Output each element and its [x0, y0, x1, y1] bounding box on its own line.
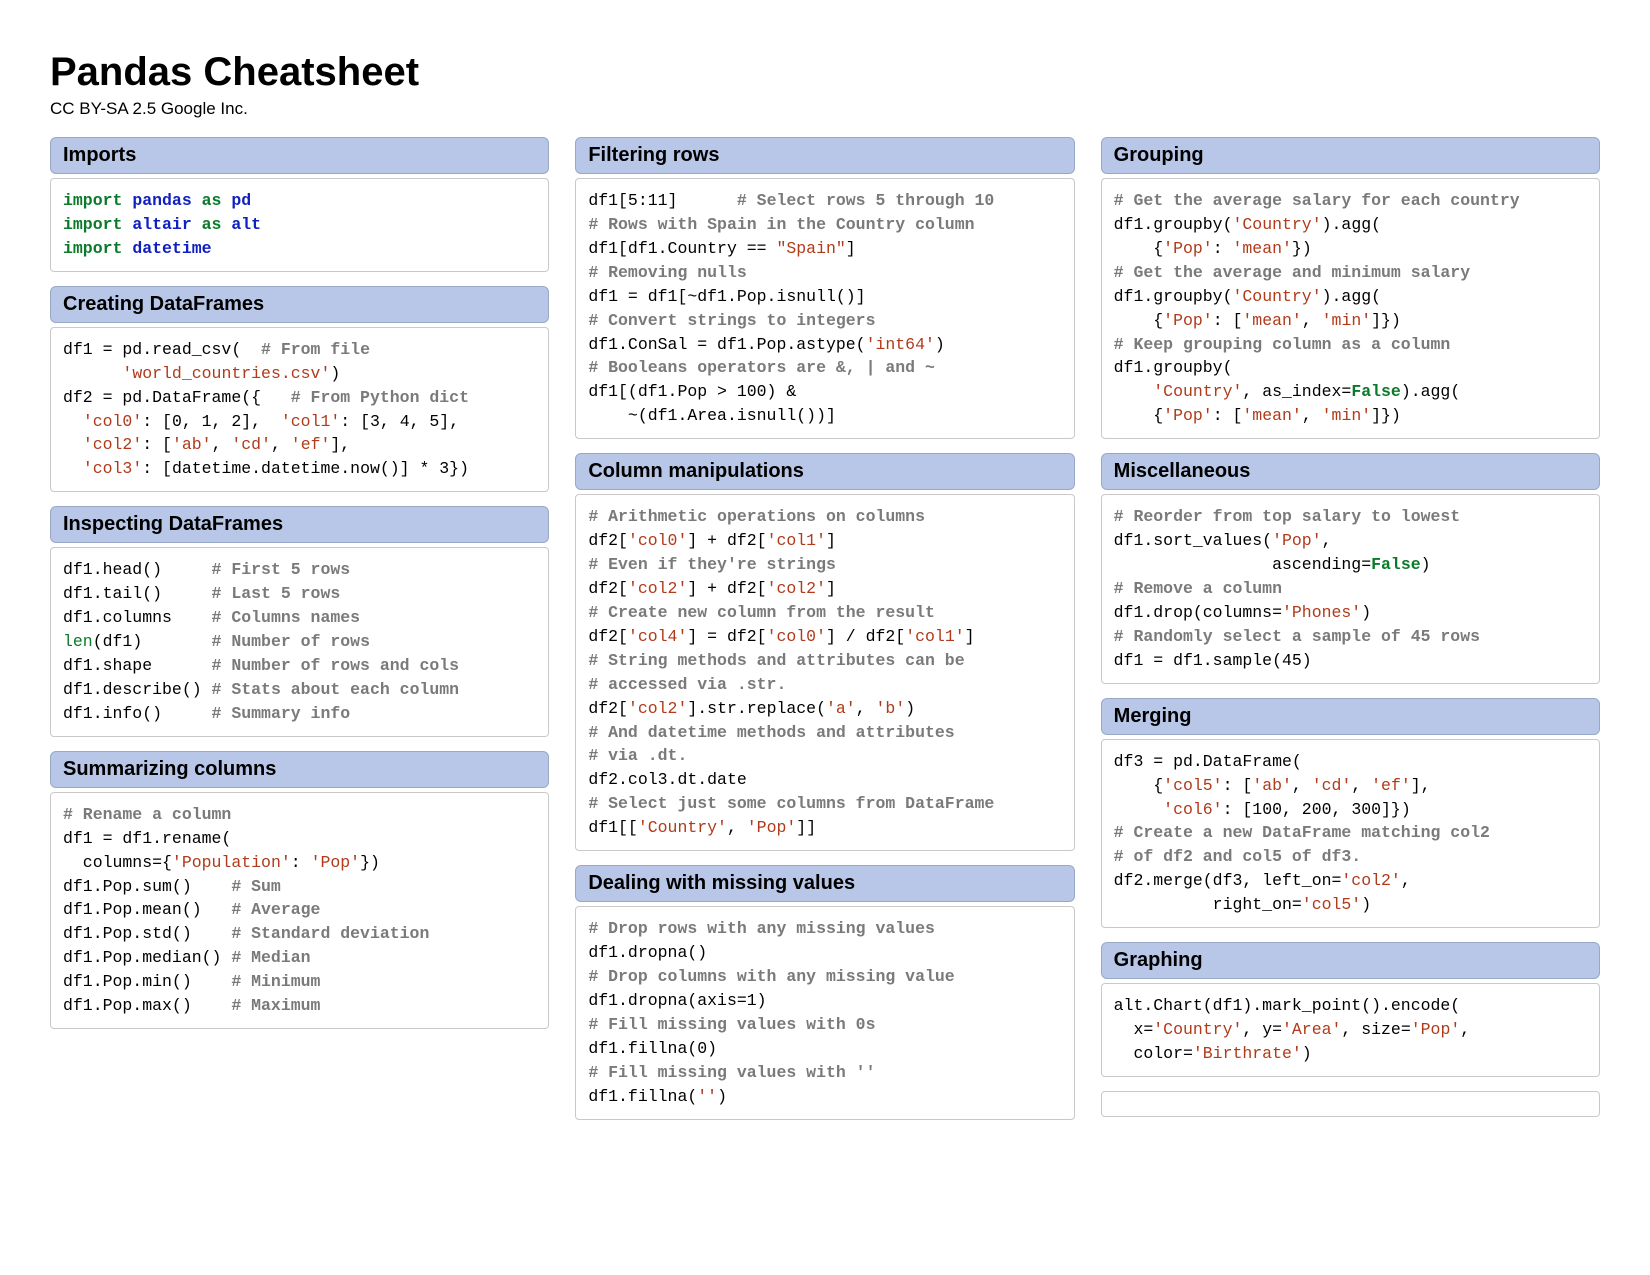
section: Graphing alt.Chart(df1).mark_point().enco…: [1101, 942, 1600, 1077]
code-block: df1[5:11] # Select rows 5 through 10 # R…: [575, 178, 1074, 439]
section: Grouping # Get the average salary for eac…: [1101, 137, 1600, 439]
code-block: alt.Chart(df1).mark_point().encode( x='C…: [1101, 983, 1600, 1077]
code-block: df1.head() # First 5 rows df1.tail() # L…: [50, 547, 549, 736]
section-header: Imports: [50, 137, 549, 174]
section-header: Grouping: [1101, 137, 1600, 174]
code-block: # Arithmetic operations on columns df2['…: [575, 494, 1074, 851]
content-columns: Imports import pandas as pd import altair…: [50, 137, 1600, 1134]
section: Dealing with missing values # Drop rows w…: [575, 865, 1074, 1119]
column-right: Grouping # Get the average salary for eac…: [1101, 137, 1600, 1134]
section-header: Miscellaneous: [1101, 453, 1600, 490]
page-subtitle: CC BY-SA 2.5 Google Inc.: [50, 99, 1600, 119]
section: Miscellaneous # Reorder from top salary t…: [1101, 453, 1600, 683]
code-block: # Drop rows with any missing values df1.…: [575, 906, 1074, 1119]
section-header: Dealing with missing values: [575, 865, 1074, 902]
code-block: # Get the average salary for each countr…: [1101, 178, 1600, 439]
section: Inspecting DataFrames df1.head() # First …: [50, 506, 549, 736]
column-middle: Filtering rows df1[5:11] # Select rows 5 …: [575, 137, 1074, 1134]
section-header: Creating DataFrames: [50, 286, 549, 323]
code-block: # Rename a column df1 = df1.rename( colu…: [50, 792, 549, 1029]
code-block: # Reorder from top salary to lowest df1.…: [1101, 494, 1600, 683]
section: [1101, 1091, 1600, 1117]
document-header: Pandas Cheatsheet CC BY-SA 2.5 Google In…: [50, 50, 1600, 119]
code-block: df3 = pd.DataFrame( {'col5': ['ab', 'cd'…: [1101, 739, 1600, 928]
code-block: df1 = pd.read_csv( # From file 'world_co…: [50, 327, 549, 493]
section-header: Column manipulations: [575, 453, 1074, 490]
section-header: Merging: [1101, 698, 1600, 735]
column-left: Imports import pandas as pd import altair…: [50, 137, 549, 1134]
section: Merging df3 = pd.DataFrame( {'col5': ['ab…: [1101, 698, 1600, 928]
section-header: Summarizing columns: [50, 751, 549, 788]
section: Creating DataFrames df1 = pd.read_csv( # …: [50, 286, 549, 493]
section-header: Filtering rows: [575, 137, 1074, 174]
section: Imports import pandas as pd import altair…: [50, 137, 549, 272]
section: Column manipulations # Arithmetic operati…: [575, 453, 1074, 851]
section: Filtering rows df1[5:11] # Select rows 5 …: [575, 137, 1074, 439]
code-block: import pandas as pd import altair as alt…: [50, 178, 549, 272]
section-header: Inspecting DataFrames: [50, 506, 549, 543]
page-title: Pandas Cheatsheet: [50, 50, 1600, 95]
section: Summarizing columns # Rename a column df1…: [50, 751, 549, 1029]
code-block: [1101, 1091, 1600, 1117]
section-header: Graphing: [1101, 942, 1600, 979]
